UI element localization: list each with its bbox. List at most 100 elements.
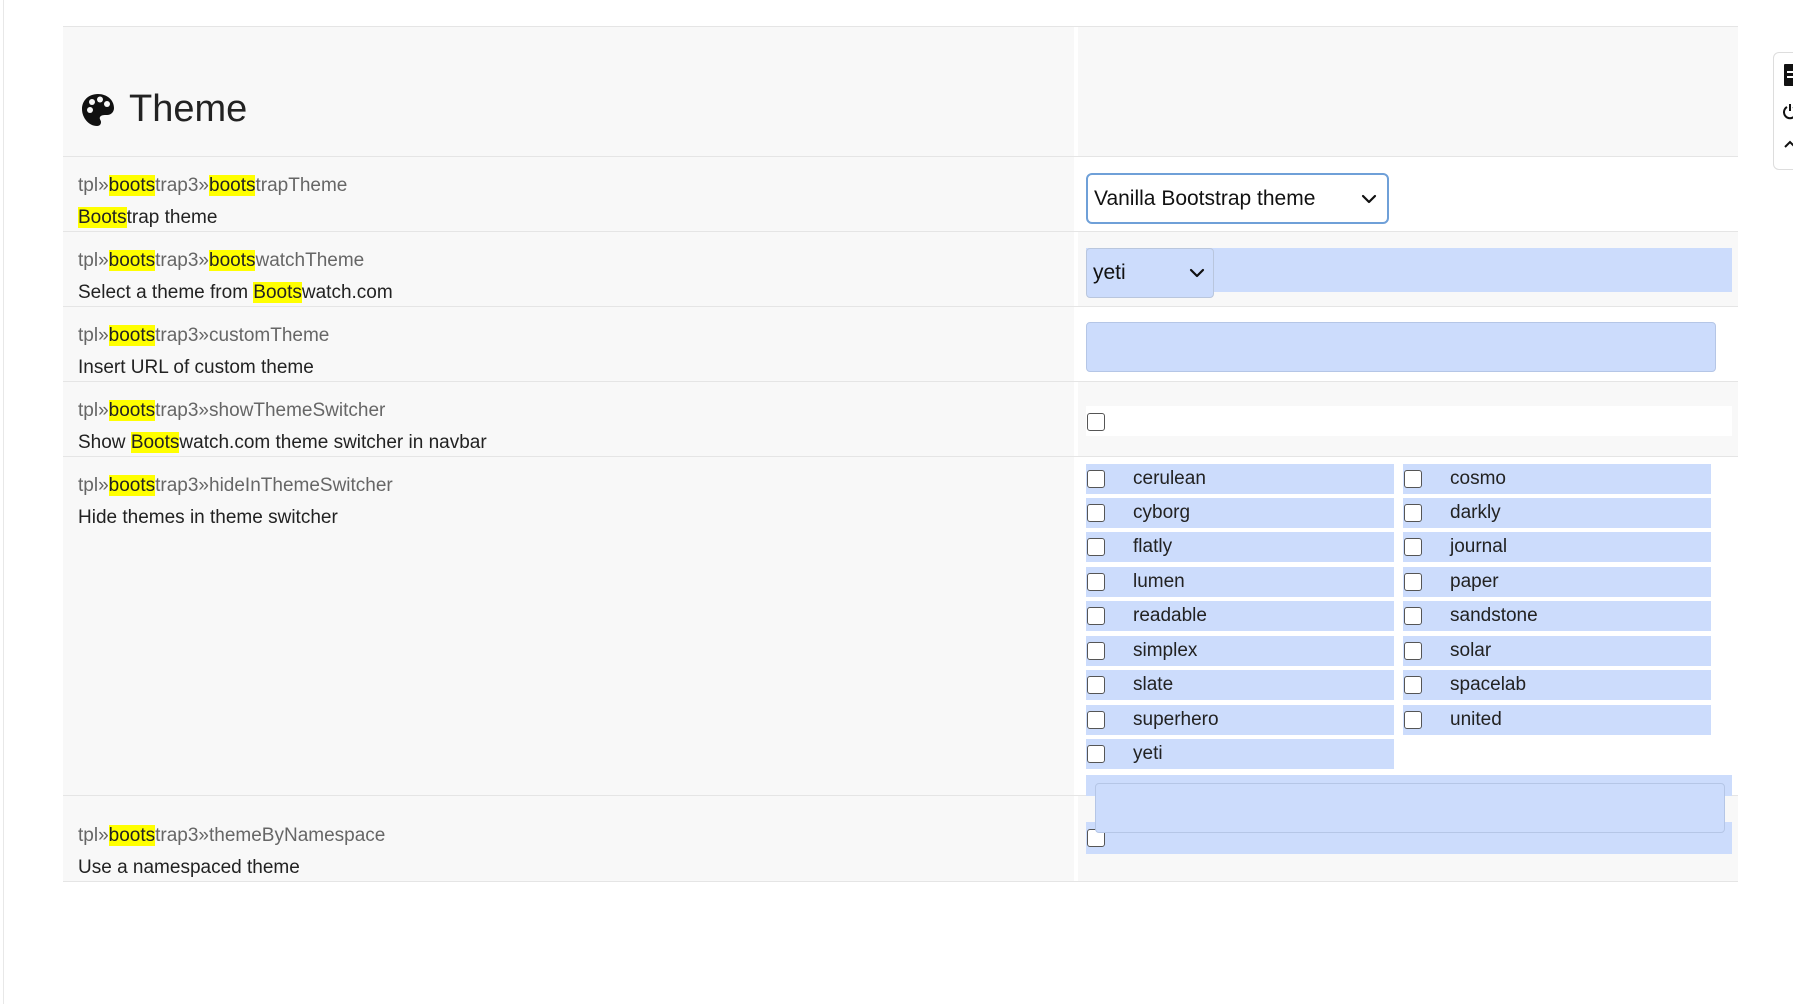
custom-theme-url-input[interactable] — [1086, 322, 1716, 372]
setting-label-cell: tpl»bootstrap3»hideInThemeSwitcher Hide … — [63, 457, 1074, 795]
theme-checkbox[interactable] — [1087, 745, 1105, 763]
theme-option-superhero[interactable]: superhero — [1086, 705, 1394, 735]
setting-key: tpl»bootstrap3»bootstrapTheme — [78, 173, 1059, 199]
theme-option-cyborg[interactable]: cyborg — [1086, 498, 1394, 528]
option-label: sandstone — [1450, 605, 1538, 626]
theme-settings-panel: Theme tpl»bootstrap3»bootstrapTheme Boot… — [63, 26, 1738, 882]
key-part: trap3»customTheme — [155, 325, 330, 346]
option-label: flatly — [1133, 536, 1173, 557]
setting-label-cell: tpl»bootstrap3»showThemeSwitcher Show Bo… — [63, 382, 1074, 456]
list-icon[interactable] — [1783, 63, 1793, 87]
option-label: readable — [1133, 605, 1207, 626]
bootswatch-theme-select[interactable]: yeti — [1086, 248, 1214, 298]
theme-option-yeti[interactable]: yeti — [1086, 739, 1394, 769]
hide-themes-extra-input[interactable] — [1095, 783, 1725, 833]
key-part: tpl» — [78, 250, 109, 271]
theme-checkbox[interactable] — [1404, 470, 1422, 488]
theme-option-readable[interactable]: readable — [1086, 601, 1394, 631]
bootstrap-theme-select[interactable]: Vanilla Bootstrap theme — [1086, 173, 1389, 224]
theme-checkbox[interactable] — [1404, 711, 1422, 729]
search-highlight: boots — [108, 250, 156, 271]
search-highlight: Boots — [78, 207, 127, 228]
chevron-up-icon[interactable] — [1783, 137, 1793, 151]
option-label: united — [1450, 709, 1502, 730]
key-part: trapTheme — [255, 175, 348, 196]
option-label: spacelab — [1450, 674, 1527, 695]
section-title: Theme — [81, 88, 247, 131]
desc-part: Insert URL of custom theme — [78, 357, 314, 378]
theme-checkbox[interactable] — [1404, 607, 1422, 625]
theme-option-cosmo[interactable]: cosmo — [1403, 464, 1711, 494]
option-label: yeti — [1133, 743, 1163, 764]
show-theme-switcher-checkbox[interactable] — [1087, 413, 1105, 431]
theme-checkbox[interactable] — [1087, 676, 1105, 694]
section-title-text: Theme — [129, 88, 248, 130]
desc-part: Select a theme from — [78, 282, 254, 303]
setting-control-cell — [1074, 307, 1738, 381]
setting-description: Select a theme from Bootswatch.com — [78, 280, 1059, 306]
theme-checkbox[interactable] — [1087, 470, 1105, 488]
theme-option-sandstone[interactable]: sandstone — [1403, 601, 1711, 631]
theme-checkbox[interactable] — [1404, 538, 1422, 556]
key-part: trap3»hideInThemeSwitcher — [155, 475, 393, 496]
theme-checkbox[interactable] — [1404, 642, 1422, 660]
theme-checkbox[interactable] — [1404, 676, 1422, 694]
theme-option-lumen[interactable]: lumen — [1086, 567, 1394, 597]
theme-checkbox[interactable] — [1087, 538, 1105, 556]
desc-part: Hide themes in theme switcher — [78, 507, 338, 528]
key-part: tpl» — [78, 825, 109, 846]
theme-checkbox[interactable] — [1087, 573, 1105, 591]
chevron-down-icon — [1189, 268, 1205, 278]
desc-part: Use a namespaced theme — [78, 857, 300, 878]
setting-row-bootswatch-theme: tpl»bootstrap3»bootswatchTheme Select a … — [63, 232, 1738, 307]
theme-option-paper[interactable]: paper — [1403, 567, 1711, 597]
option-label: slate — [1133, 674, 1174, 695]
key-part: tpl» — [78, 400, 109, 421]
theme-checkbox[interactable] — [1087, 711, 1105, 729]
theme-checkbox[interactable] — [1404, 504, 1422, 522]
theme-option-darkly[interactable]: darkly — [1403, 498, 1711, 528]
section-header-right — [1074, 27, 1738, 156]
theme-option-solar[interactable]: solar — [1403, 636, 1711, 666]
setting-control-cell: cerulean cosmo cyborg darkly flatly jour… — [1074, 457, 1738, 838]
setting-key: tpl»bootstrap3»bootswatchTheme — [78, 248, 1059, 274]
theme-option-slate[interactable]: slate — [1086, 670, 1394, 700]
search-highlight: boots — [108, 400, 156, 421]
theme-option-journal[interactable]: journal — [1403, 532, 1711, 562]
search-highlight: boots — [209, 175, 256, 196]
setting-description: Show Bootswatch.com theme switcher in na… — [78, 430, 1059, 456]
search-highlight: Boots — [253, 282, 302, 303]
key-part: tpl» — [78, 325, 109, 346]
power-icon[interactable] — [1783, 103, 1793, 121]
select-value: yeti — [1093, 261, 1126, 284]
setting-description: Insert URL of custom theme — [78, 355, 1059, 381]
theme-option-flatly[interactable]: flatly — [1086, 532, 1394, 562]
key-part: trap3» — [155, 250, 209, 271]
theme-option-cerulean[interactable]: cerulean — [1086, 464, 1394, 494]
theme-checkbox[interactable] — [1404, 573, 1422, 591]
theme-option-united[interactable]: united — [1403, 705, 1711, 735]
key-part: tpl» — [78, 175, 109, 196]
setting-key: tpl»bootstrap3»themeByNamespace — [78, 823, 1059, 849]
setting-label-cell: tpl»bootstrap3»customTheme Insert URL of… — [63, 307, 1074, 381]
option-label: cosmo — [1450, 468, 1506, 489]
key-part: watchTheme — [255, 250, 365, 271]
setting-control-cell — [1074, 382, 1738, 456]
search-highlight: boots — [108, 475, 156, 496]
select-value: Vanilla Bootstrap theme — [1094, 186, 1316, 210]
theme-checkbox[interactable] — [1087, 642, 1105, 660]
theme-option-simplex[interactable]: simplex — [1086, 636, 1394, 666]
setting-label-cell: tpl»bootstrap3»themeByNamespace Use a na… — [63, 796, 1074, 881]
setting-label-cell: tpl»bootstrap3»bootswatchTheme Select a … — [63, 232, 1074, 306]
chevron-down-icon — [1361, 194, 1377, 203]
option-label: solar — [1450, 640, 1492, 661]
theme-checkbox[interactable] — [1087, 607, 1105, 625]
option-label: superhero — [1133, 709, 1219, 730]
theme-checkbox[interactable] — [1087, 504, 1105, 522]
key-part: tpl» — [78, 475, 109, 496]
section-header: Theme — [63, 27, 1738, 157]
setting-key: tpl»bootstrap3»showThemeSwitcher — [78, 398, 1059, 424]
search-highlight: boots — [108, 325, 156, 346]
theme-option-spacelab[interactable]: spacelab — [1403, 670, 1711, 700]
palette-icon — [82, 93, 114, 126]
